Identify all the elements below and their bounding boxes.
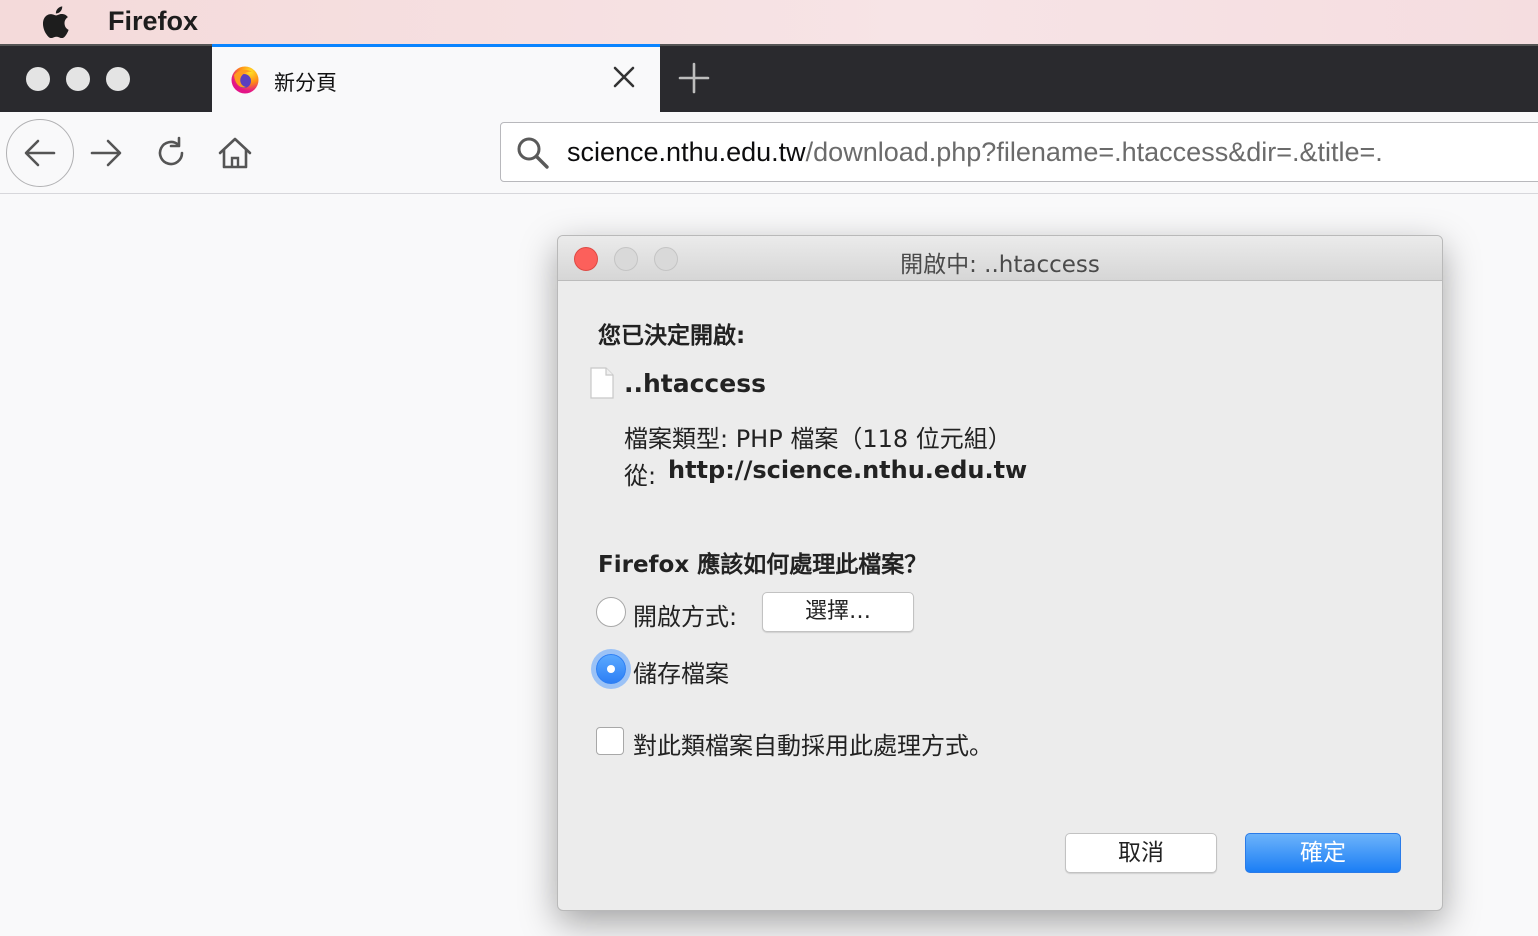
macos-menu-bar: Firefox <box>0 0 1538 44</box>
save-file-label[interactable]: 儲存檔案 <box>633 654 729 689</box>
dialog-title: 開啟中: ..htaccess <box>900 252 1100 278</box>
from-url: http://science.nthu.edu.tw <box>668 456 1028 484</box>
firefox-logo-icon <box>231 66 259 94</box>
file-icon <box>590 367 614 399</box>
ok-button[interactable]: 確定 <box>1245 833 1401 873</box>
cancel-button[interactable]: 取消 <box>1065 833 1217 873</box>
reload-icon[interactable] <box>153 135 189 171</box>
arrow-right-icon[interactable] <box>88 135 124 171</box>
tab-title: 新分頁 <box>274 71 337 95</box>
search-icon <box>517 137 549 169</box>
open-file-dialog: 開啟中: ..htaccess 您已決定開啟: ..htaccess 檔案類型:… <box>557 235 1443 911</box>
url-text[interactable]: science.nthu.edu.tw/download.php?filenam… <box>567 137 1383 168</box>
decided-heading: 您已決定開啟: <box>598 323 746 349</box>
window-zoom-button[interactable] <box>106 67 130 91</box>
auto-handle-checkbox[interactable] <box>596 727 624 755</box>
url-bar[interactable]: science.nthu.edu.tw/download.php?filenam… <box>500 122 1538 182</box>
window-minimize-button[interactable] <box>66 67 90 91</box>
file-type: 檔案類型: PHP 檔案（118 位元組） <box>624 425 1012 453</box>
url-path: /download.php?filename=.htaccess&dir=.&t… <box>805 137 1383 167</box>
plus-icon[interactable] <box>676 60 712 96</box>
from-label: 從: <box>624 462 657 490</box>
handling-question: Firefox 應該如何處理此檔案？ <box>598 552 928 578</box>
dialog-title-bar: 開啟中: ..htaccess <box>558 236 1442 281</box>
auto-handle-label[interactable]: 對此類檔案自動採用此處理方式。 <box>633 726 993 761</box>
tab-new-tab[interactable]: 新分頁 <box>212 44 660 112</box>
save-file-radio[interactable] <box>596 654 626 684</box>
menu-app-name[interactable]: Firefox <box>108 6 198 37</box>
choose-application-button[interactable]: 選擇… <box>762 592 914 632</box>
window-close-button[interactable] <box>26 67 50 91</box>
back-button[interactable] <box>6 119 74 187</box>
open-with-label[interactable]: 開啟方式: <box>633 597 737 632</box>
navigation-toolbar: science.nthu.edu.tw/download.php?filenam… <box>0 112 1538 194</box>
url-host: science.nthu.edu.tw <box>567 137 806 167</box>
home-icon[interactable] <box>216 134 254 172</box>
apple-logo-icon[interactable] <box>40 6 70 38</box>
file-name: ..htaccess <box>624 369 766 398</box>
open-with-radio[interactable] <box>596 597 626 627</box>
close-icon[interactable] <box>610 63 638 91</box>
arrow-left-icon <box>24 139 56 167</box>
